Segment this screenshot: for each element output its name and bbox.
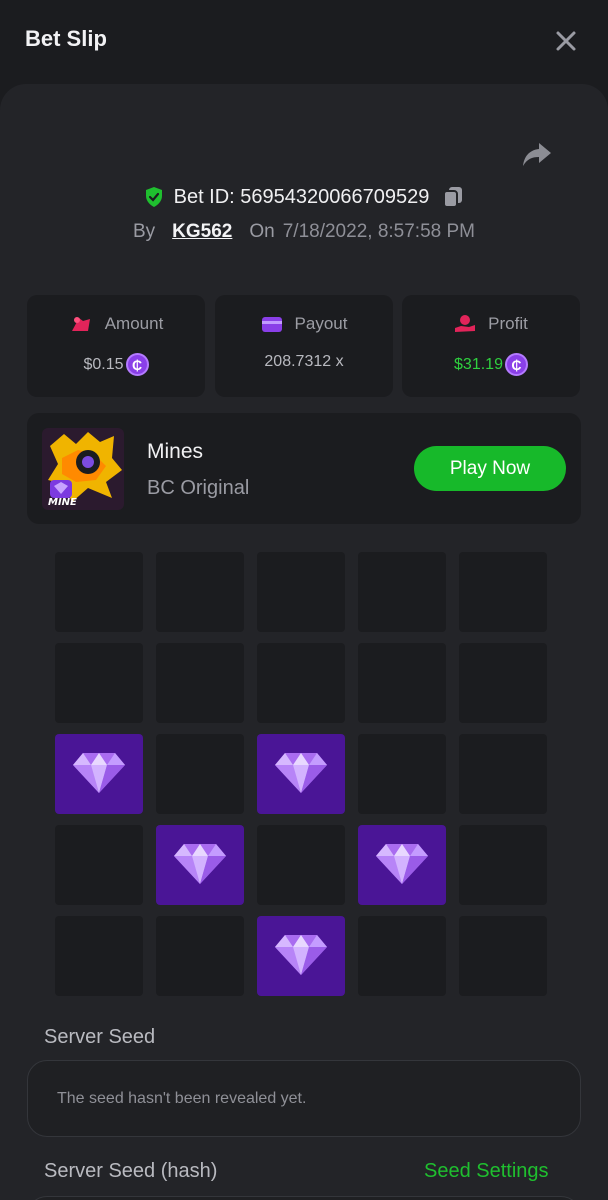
page-title: Bet Slip: [25, 26, 107, 51]
board-tile: [358, 916, 446, 996]
gem-icon: [376, 844, 428, 884]
payout-label: Payout: [294, 314, 348, 333]
board-tile: [55, 825, 143, 905]
share-icon[interactable]: [521, 140, 553, 170]
coin-icon: ₵: [125, 353, 149, 376]
board-tile: [156, 734, 244, 814]
server-seed-value: The seed hasn't been revealed yet.: [57, 1090, 307, 1107]
wallet-icon: [261, 317, 282, 332]
profit-value: $31.19: [454, 355, 503, 373]
bet-meta-row: By KG562 On 7/18/2022, 8:57:58 PM: [0, 218, 608, 246]
play-now-button[interactable]: Play Now: [414, 446, 566, 491]
amount-card: Amount $0.15 ₵: [27, 295, 205, 397]
gem-icon: [73, 753, 125, 793]
coin-icon: ₵: [504, 353, 528, 376]
board-tile: [358, 734, 446, 814]
board-tile: [358, 552, 446, 632]
by-label: By: [132, 221, 156, 242]
gem-icon: [275, 753, 327, 793]
payout-card: Payout 208.7312 x: [215, 295, 393, 397]
verified-shield-icon: [145, 187, 162, 207]
gem-icon: [275, 935, 327, 975]
board-tile: [358, 643, 446, 723]
board-tile: [257, 643, 345, 723]
game-card: MINE Mines BC Original Play Now: [27, 413, 581, 524]
thumbnail-text: MINE: [48, 497, 77, 508]
mines-game-thumbnail[interactable]: MINE: [42, 428, 124, 510]
game-name: Mines: [147, 440, 204, 463]
board-tile: [459, 552, 547, 632]
board-tile: [459, 643, 547, 723]
board-tile: [459, 734, 547, 814]
server-seed-label: Server Seed: [44, 1026, 156, 1048]
on-label: On: [249, 221, 275, 242]
board-tile: [156, 916, 244, 996]
board-tile: [156, 552, 244, 632]
profit-card: Profit $31.19 ₵: [402, 295, 580, 397]
copy-icon[interactable]: [442, 185, 464, 209]
header: Bet Slip: [0, 0, 608, 84]
profit-label: Profit: [488, 314, 528, 333]
amount-value: $0.15: [83, 355, 124, 373]
username-link[interactable]: KG562: [172, 221, 232, 243]
gem-tile: [55, 734, 143, 814]
server-seed-hash-field: [27, 1196, 581, 1200]
board-tile: [55, 916, 143, 996]
payout-value: 208.7312 x: [264, 353, 344, 370]
game-subtitle: BC Original: [147, 477, 250, 499]
profit-hand-icon: [455, 315, 476, 332]
gem-tile: [156, 825, 244, 905]
gem-tile: [358, 825, 446, 905]
gem-icon: [174, 844, 226, 884]
board-tile: [459, 916, 547, 996]
seed-settings-link[interactable]: Seed Settings: [424, 1160, 549, 1183]
board-tile: [55, 552, 143, 632]
bet-date: 7/18/2022, 8:57:58 PM: [282, 221, 475, 242]
board-tile: [459, 825, 547, 905]
bet-id-row: Bet ID: 56954320066709529: [0, 182, 608, 212]
gem-tile: [257, 916, 345, 996]
server-seed-hash-label: Server Seed (hash): [44, 1160, 218, 1182]
server-seed-field: The seed hasn't been revealed yet.: [27, 1060, 581, 1137]
amount-label: Amount: [104, 314, 164, 333]
close-icon[interactable]: [553, 28, 579, 54]
money-bag-icon: [71, 317, 90, 331]
gem-tile: [257, 734, 345, 814]
board-tile: [156, 643, 244, 723]
board-tile: [257, 552, 345, 632]
board-tile: [55, 643, 143, 723]
board-tile: [257, 825, 345, 905]
mines-board: [55, 552, 549, 998]
bet-id: Bet ID: 56954320066709529: [173, 185, 430, 208]
